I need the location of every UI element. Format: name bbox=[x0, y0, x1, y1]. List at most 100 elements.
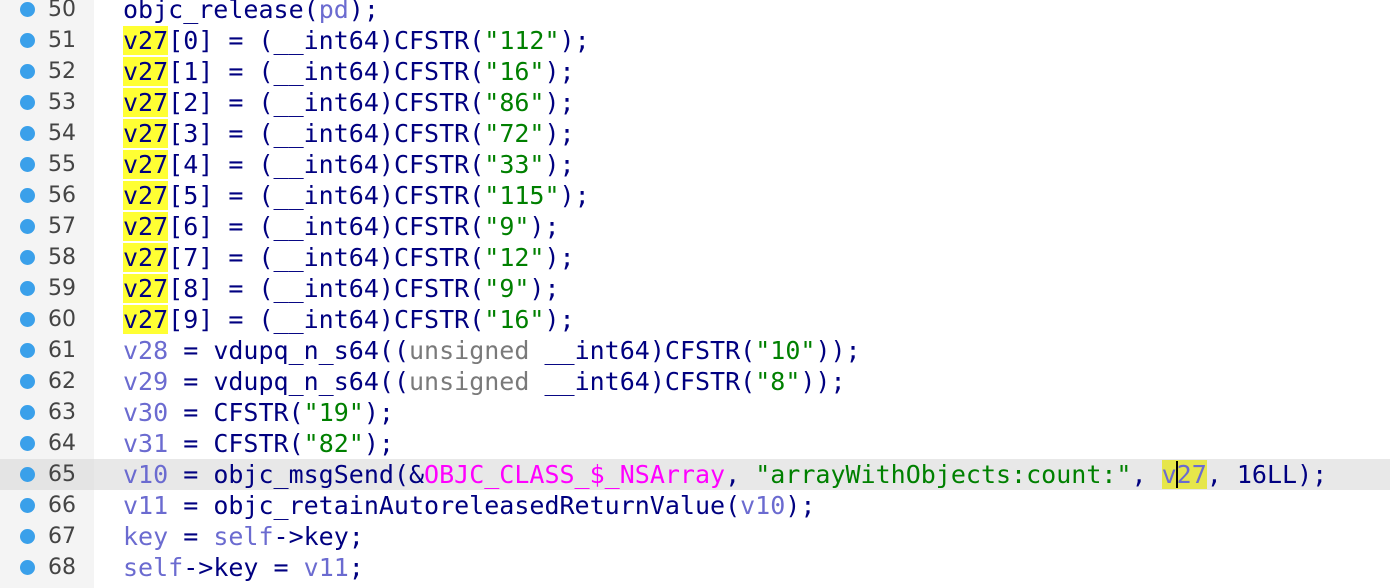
punctuation-token[interactable]: ( bbox=[289, 398, 304, 427]
breakpoint-dot-icon[interactable] bbox=[20, 312, 35, 327]
punctuation-token[interactable]: ); bbox=[364, 398, 394, 427]
punctuation-token[interactable]: , bbox=[1131, 460, 1161, 489]
punctuation-token[interactable]: ); bbox=[544, 57, 574, 86]
punctuation-token[interactable]: ); bbox=[529, 212, 559, 241]
punctuation-token[interactable]: ); bbox=[544, 305, 574, 334]
identifier-token[interactable]: __int64 bbox=[274, 305, 379, 334]
identifier-token[interactable]: objc_release bbox=[123, 0, 304, 24]
code-text[interactable]: v30 = CFSTR("19"); bbox=[123, 397, 394, 428]
punctuation-token[interactable]: ->key = bbox=[183, 553, 303, 582]
punctuation-token[interactable]: ( bbox=[469, 88, 484, 117]
punctuation-token[interactable]: ); bbox=[560, 26, 590, 55]
string-literal[interactable]: "9" bbox=[484, 274, 529, 303]
breakpoint-dot-icon[interactable] bbox=[20, 33, 35, 48]
string-literal[interactable]: "82" bbox=[304, 429, 364, 458]
string-literal[interactable]: "72" bbox=[484, 119, 544, 148]
highlighted-variable[interactable]: v27 bbox=[123, 26, 169, 55]
line-gutter-cell[interactable]: 60 bbox=[0, 304, 94, 335]
punctuation-token[interactable]: [4] = ( bbox=[168, 150, 273, 179]
variable-token[interactable]: v11 bbox=[304, 553, 349, 582]
identifier-token[interactable]: vdupq_n_s64 bbox=[213, 367, 379, 396]
line-gutter-cell[interactable]: 67 bbox=[0, 521, 94, 552]
punctuation-token[interactable]: ) bbox=[379, 26, 394, 55]
breakpoint-dot-icon[interactable] bbox=[20, 529, 35, 544]
punctuation-token[interactable]: ) bbox=[379, 274, 394, 303]
string-literal[interactable]: "8" bbox=[755, 367, 800, 396]
line-gutter-cell[interactable]: 66 bbox=[0, 490, 94, 521]
code-line[interactable]: 62 v29 = vdupq_n_s64((unsigned __int64)CF… bbox=[0, 366, 1390, 397]
breakpoint-dot-icon[interactable] bbox=[20, 250, 35, 265]
highlighted-variable[interactable]: v27 bbox=[123, 305, 169, 334]
identifier-token[interactable]: CFSTR bbox=[213, 398, 288, 427]
identifier-token[interactable]: CFSTR bbox=[394, 119, 469, 148]
identifier-token[interactable]: CFSTR bbox=[394, 212, 469, 241]
punctuation-token[interactable]: ); bbox=[785, 491, 815, 520]
code-text[interactable]: objc_release(pd); bbox=[123, 0, 379, 25]
line-gutter-cell[interactable]: 64 bbox=[0, 428, 94, 459]
highlighted-variable[interactable]: v27 bbox=[123, 243, 169, 272]
punctuation-token[interactable]: , bbox=[725, 460, 755, 489]
highlighted-variable[interactable]: v27 bbox=[123, 181, 169, 210]
string-literal[interactable]: "arrayWithObjects:count:" bbox=[755, 460, 1131, 489]
string-literal[interactable]: "10" bbox=[755, 336, 815, 365]
breakpoint-dot-icon[interactable] bbox=[20, 498, 35, 513]
global-symbol[interactable]: OBJC_CLASS_$_NSArray bbox=[424, 460, 725, 489]
punctuation-token[interactable]: ( bbox=[304, 0, 319, 24]
code-text[interactable]: v10 = objc_msgSend(&OBJC_CLASS_$_NSArray… bbox=[123, 459, 1327, 490]
variable-token[interactable]: v30 bbox=[123, 398, 168, 427]
line-gutter-cell[interactable]: 51 bbox=[0, 25, 94, 56]
variable-token[interactable]: v28 bbox=[123, 336, 168, 365]
code-text[interactable]: v27[5] = (__int64)CFSTR("115"); bbox=[123, 180, 590, 211]
punctuation-token[interactable]: ); bbox=[349, 0, 379, 24]
breakpoint-dot-icon[interactable] bbox=[20, 405, 35, 420]
keyword-token[interactable]: unsigned bbox=[409, 336, 544, 365]
code-line[interactable]: 65 v10 = objc_msgSend(&OBJC_CLASS_$_NSArr… bbox=[0, 459, 1390, 490]
code-text[interactable]: v27[3] = (__int64)CFSTR("72"); bbox=[123, 118, 575, 149]
code-text[interactable]: v27[4] = (__int64)CFSTR("33"); bbox=[123, 149, 575, 180]
breakpoint-dot-icon[interactable] bbox=[20, 374, 35, 389]
punctuation-token[interactable]: = bbox=[168, 336, 213, 365]
highlighted-variable-current[interactable]: v bbox=[1161, 460, 1177, 489]
code-text[interactable]: v11 = objc_retainAutoreleasedReturnValue… bbox=[123, 490, 815, 521]
breakpoint-dot-icon[interactable] bbox=[20, 343, 35, 358]
identifier-token[interactable]: __int64 bbox=[274, 181, 379, 210]
breakpoint-dot-icon[interactable] bbox=[20, 64, 35, 79]
highlighted-variable[interactable]: v27 bbox=[123, 119, 169, 148]
punctuation-token[interactable]: ->key; bbox=[274, 522, 364, 551]
variable-token[interactable]: pd bbox=[319, 0, 349, 24]
highlighted-variable[interactable]: v27 bbox=[123, 88, 169, 117]
variable-token[interactable]: v29 bbox=[123, 367, 168, 396]
punctuation-token[interactable]: ) bbox=[379, 57, 394, 86]
variable-token[interactable]: v11 bbox=[123, 491, 168, 520]
code-text[interactable]: v29 = vdupq_n_s64((unsigned __int64)CFST… bbox=[123, 366, 846, 397]
punctuation-token[interactable]: )); bbox=[815, 336, 860, 365]
punctuation-token[interactable]: ( bbox=[740, 367, 755, 396]
string-literal[interactable]: "115" bbox=[484, 181, 559, 210]
punctuation-token[interactable]: ( bbox=[469, 243, 484, 272]
code-line[interactable]: 52 v27[1] = (__int64)CFSTR("16"); bbox=[0, 56, 1390, 87]
code-line[interactable]: 66 v11 = objc_retainAutoreleasedReturnVal… bbox=[0, 490, 1390, 521]
punctuation-token[interactable]: (( bbox=[379, 367, 409, 396]
variable-token[interactable]: self bbox=[123, 553, 183, 582]
punctuation-token[interactable]: ); bbox=[529, 274, 559, 303]
pseudocode-editor[interactable]: 50 objc_release(pd); 51 v27[0] = (__int64)C… bbox=[0, 0, 1390, 588]
punctuation-token[interactable]: ; bbox=[349, 553, 364, 582]
line-gutter-cell[interactable]: 52 bbox=[0, 56, 94, 87]
code-text[interactable]: v27[8] = (__int64)CFSTR("9"); bbox=[123, 273, 560, 304]
identifier-token[interactable]: CFSTR bbox=[394, 274, 469, 303]
punctuation-token[interactable]: ( bbox=[469, 119, 484, 148]
code-text[interactable]: v27[6] = (__int64)CFSTR("9"); bbox=[123, 211, 560, 242]
punctuation-token[interactable]: ( bbox=[740, 336, 755, 365]
line-gutter-cell[interactable]: 65 bbox=[0, 459, 94, 490]
identifier-token[interactable]: CFSTR bbox=[394, 88, 469, 117]
punctuation-token[interactable]: ( bbox=[469, 57, 484, 86]
line-gutter-cell[interactable]: 53 bbox=[0, 87, 94, 118]
identifier-token[interactable]: __int64 bbox=[274, 88, 379, 117]
line-gutter-cell[interactable]: 62 bbox=[0, 366, 94, 397]
punctuation-token[interactable]: [2] = ( bbox=[168, 88, 273, 117]
line-gutter-cell[interactable]: 54 bbox=[0, 118, 94, 149]
code-text[interactable]: v28 = vdupq_n_s64((unsigned __int64)CFST… bbox=[123, 335, 861, 366]
code-line[interactable]: 53 v27[2] = (__int64)CFSTR("86"); bbox=[0, 87, 1390, 118]
string-literal[interactable]: "86" bbox=[484, 88, 544, 117]
breakpoint-dot-icon[interactable] bbox=[20, 219, 35, 234]
